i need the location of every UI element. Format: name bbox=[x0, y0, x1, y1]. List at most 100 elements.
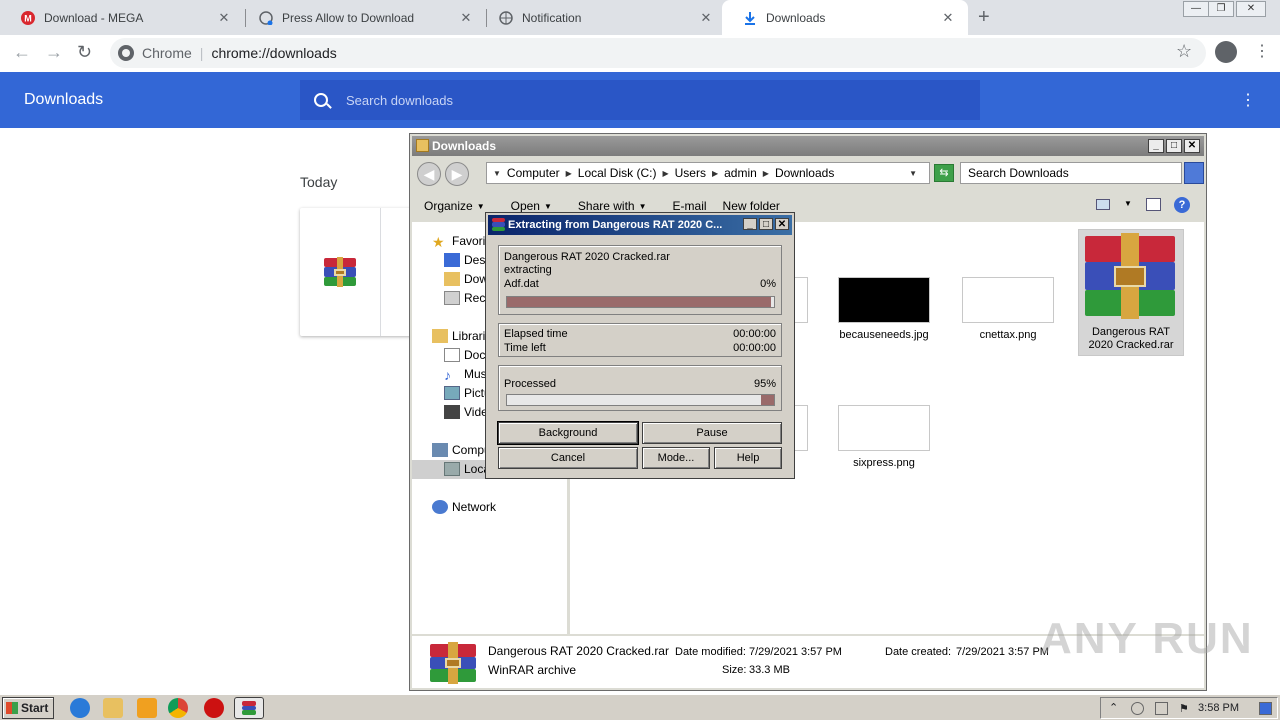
downloads-search-input[interactable]: Search downloads bbox=[300, 80, 980, 120]
omnibox[interactable]: Chrome | chrome://downloads bbox=[110, 38, 1206, 68]
close-icon[interactable]: ✕ bbox=[698, 10, 714, 26]
tab-mega[interactable]: M Download - MEGA ✕ bbox=[0, 0, 244, 35]
new-folder-button[interactable]: New folder bbox=[723, 199, 780, 213]
maximize-button[interactable]: □ bbox=[759, 218, 773, 230]
window-close-button[interactable]: ✕ bbox=[1236, 1, 1266, 17]
close-button[interactable]: ✕ bbox=[775, 218, 789, 230]
taskbar: Start ⌃ ⚑ 3:58 PM bbox=[0, 694, 1280, 720]
nav-computer[interactable]: Compu bbox=[432, 441, 491, 459]
tab-downloads[interactable]: Downloads ✕ bbox=[722, 0, 968, 35]
nav-local-disk[interactable]: Loca bbox=[444, 460, 490, 478]
help-icon[interactable]: ? bbox=[1174, 197, 1190, 213]
tray-expand-icon[interactable]: ⌃ bbox=[1109, 701, 1118, 714]
svg-text:M: M bbox=[24, 13, 32, 23]
file-item[interactable]: cnettax.png bbox=[958, 277, 1058, 341]
volume-icon[interactable] bbox=[1131, 702, 1144, 715]
desktop-icon bbox=[444, 253, 460, 267]
dialog-titlebar[interactable]: Extracting from Dangerous RAT 2020 C... … bbox=[488, 215, 792, 235]
time-group: Elapsed time 00:00:00 Time left 00:00:00 bbox=[498, 323, 782, 357]
cancel-button[interactable]: Cancel bbox=[498, 447, 638, 469]
computer-icon bbox=[432, 443, 448, 457]
help-button[interactable]: Help bbox=[714, 447, 782, 469]
tab-notification[interactable]: Notification ✕ bbox=[478, 0, 726, 35]
nav-network[interactable]: Network bbox=[432, 498, 496, 516]
documents-icon bbox=[444, 348, 460, 362]
new-tab-button[interactable]: + bbox=[978, 6, 990, 29]
pause-button[interactable]: Pause bbox=[642, 422, 782, 444]
organize-menu[interactable]: Organize bbox=[424, 199, 473, 213]
address-row: ◀ ▶ ▼ Computer ▶ Local Disk (C:) ▶ Users ▶ … bbox=[412, 158, 1204, 188]
explorer-taskbar-icon[interactable] bbox=[103, 698, 123, 718]
file-item-selected[interactable]: Dangerous RAT 2020 Cracked.rar bbox=[1078, 229, 1184, 356]
network-tray-icon[interactable] bbox=[1155, 702, 1168, 715]
explorer-search-input[interactable]: Search Downloads bbox=[960, 162, 1182, 184]
pictures-icon bbox=[444, 386, 460, 400]
explorer-titlebar[interactable]: Downloads _ □ ✕ bbox=[412, 136, 1204, 156]
chrome-taskbar-icon[interactable] bbox=[168, 698, 188, 718]
forward-button[interactable]: ▶ bbox=[445, 162, 469, 186]
maximize-button[interactable]: □ bbox=[1166, 139, 1182, 153]
tab-press-allow[interactable]: Press Allow to Download ✕ bbox=[238, 0, 486, 35]
breadcrumb-users[interactable]: Users bbox=[675, 166, 706, 180]
file-item[interactable]: sixpress.png bbox=[834, 405, 934, 469]
tab-strip: M Download - MEGA ✕ Press Allow to Downl… bbox=[0, 0, 1280, 35]
breadcrumb-computer[interactable]: Computer bbox=[507, 166, 560, 180]
breadcrumb-admin[interactable]: admin bbox=[724, 166, 757, 180]
winrar-taskbar-button[interactable] bbox=[234, 697, 264, 719]
close-icon[interactable]: ✕ bbox=[940, 10, 956, 26]
system-tray: ⌃ ⚑ 3:58 PM bbox=[1100, 697, 1278, 719]
background-button[interactable]: Background bbox=[497, 421, 639, 445]
nav-pictures[interactable]: Pictu bbox=[444, 384, 491, 402]
show-desktop-icon[interactable] bbox=[1259, 702, 1272, 715]
back-button[interactable]: ← bbox=[13, 42, 31, 63]
start-button[interactable]: Start bbox=[2, 697, 54, 719]
clock[interactable]: 3:58 PM bbox=[1198, 702, 1239, 714]
close-icon[interactable]: ✕ bbox=[458, 10, 474, 26]
downloads-header: Downloads Search downloads ⋮ bbox=[0, 72, 1280, 128]
minimize-button[interactable]: _ bbox=[743, 218, 757, 230]
address-dropdown-icon[interactable]: ▼ bbox=[909, 169, 917, 178]
mode-button[interactable]: Mode... bbox=[642, 447, 710, 469]
share-with-menu[interactable]: Share with bbox=[578, 199, 635, 213]
nav-libraries[interactable]: Librarie bbox=[432, 327, 492, 345]
details-size-value: 33.3 MB bbox=[749, 664, 790, 676]
close-icon[interactable]: ✕ bbox=[216, 10, 232, 26]
preview-pane-icon[interactable] bbox=[1146, 198, 1161, 211]
minimize-button[interactable]: — bbox=[1183, 1, 1209, 17]
address-bar[interactable]: ▼ Computer ▶ Local Disk (C:) ▶ Users ▶ admi… bbox=[486, 162, 930, 184]
opera-icon[interactable] bbox=[204, 698, 224, 718]
tab-title: Press Allow to Download bbox=[282, 10, 415, 25]
restore-button[interactable]: ❐ bbox=[1208, 1, 1234, 17]
page-title: Downloads bbox=[24, 91, 104, 108]
breadcrumb-downloads[interactable]: Downloads bbox=[775, 166, 834, 180]
forward-button[interactable]: → bbox=[45, 42, 63, 63]
more-actions-icon[interactable]: ⋮ bbox=[1240, 90, 1256, 110]
start-label: Start bbox=[21, 701, 49, 715]
media-player-icon[interactable] bbox=[137, 698, 157, 718]
internet-explorer-icon[interactable] bbox=[70, 698, 90, 718]
bookmark-star-icon[interactable]: ☆ bbox=[1176, 41, 1192, 62]
network-icon bbox=[432, 500, 448, 514]
refresh-button[interactable]: ⇆ bbox=[934, 164, 954, 182]
reload-button[interactable]: ↻ bbox=[77, 42, 92, 63]
nav-music[interactable]: ♪ Musi bbox=[444, 365, 489, 383]
search-icon[interactable] bbox=[1184, 162, 1204, 184]
chrome-menu-icon[interactable]: ⋮ bbox=[1254, 41, 1270, 61]
nav-downloads[interactable]: Dow bbox=[444, 270, 488, 288]
globe-icon bbox=[258, 10, 274, 26]
view-dropdown-icon[interactable]: ▼ bbox=[1124, 199, 1132, 208]
file-progress-percent: 0% bbox=[760, 278, 776, 290]
details-file-name: Dangerous RAT 2020 Cracked.rar bbox=[488, 644, 669, 658]
back-button[interactable]: ◀ bbox=[417, 162, 441, 186]
action-center-flag-icon[interactable]: ⚑ bbox=[1179, 702, 1192, 715]
file-item[interactable]: becauseneeds.jpg bbox=[834, 277, 934, 341]
profile-avatar[interactable] bbox=[1215, 41, 1237, 63]
minimize-button[interactable]: _ bbox=[1148, 139, 1164, 153]
open-menu[interactable]: Open bbox=[511, 199, 540, 213]
nav-videos[interactable]: Vide bbox=[444, 403, 488, 421]
close-button[interactable]: ✕ bbox=[1184, 139, 1200, 153]
nav-favorites[interactable]: ★ Favori bbox=[432, 232, 485, 250]
breadcrumb-local-disk[interactable]: Local Disk (C:) bbox=[578, 166, 657, 180]
email-button[interactable]: E-mail bbox=[673, 199, 707, 213]
view-icon[interactable] bbox=[1096, 199, 1110, 210]
